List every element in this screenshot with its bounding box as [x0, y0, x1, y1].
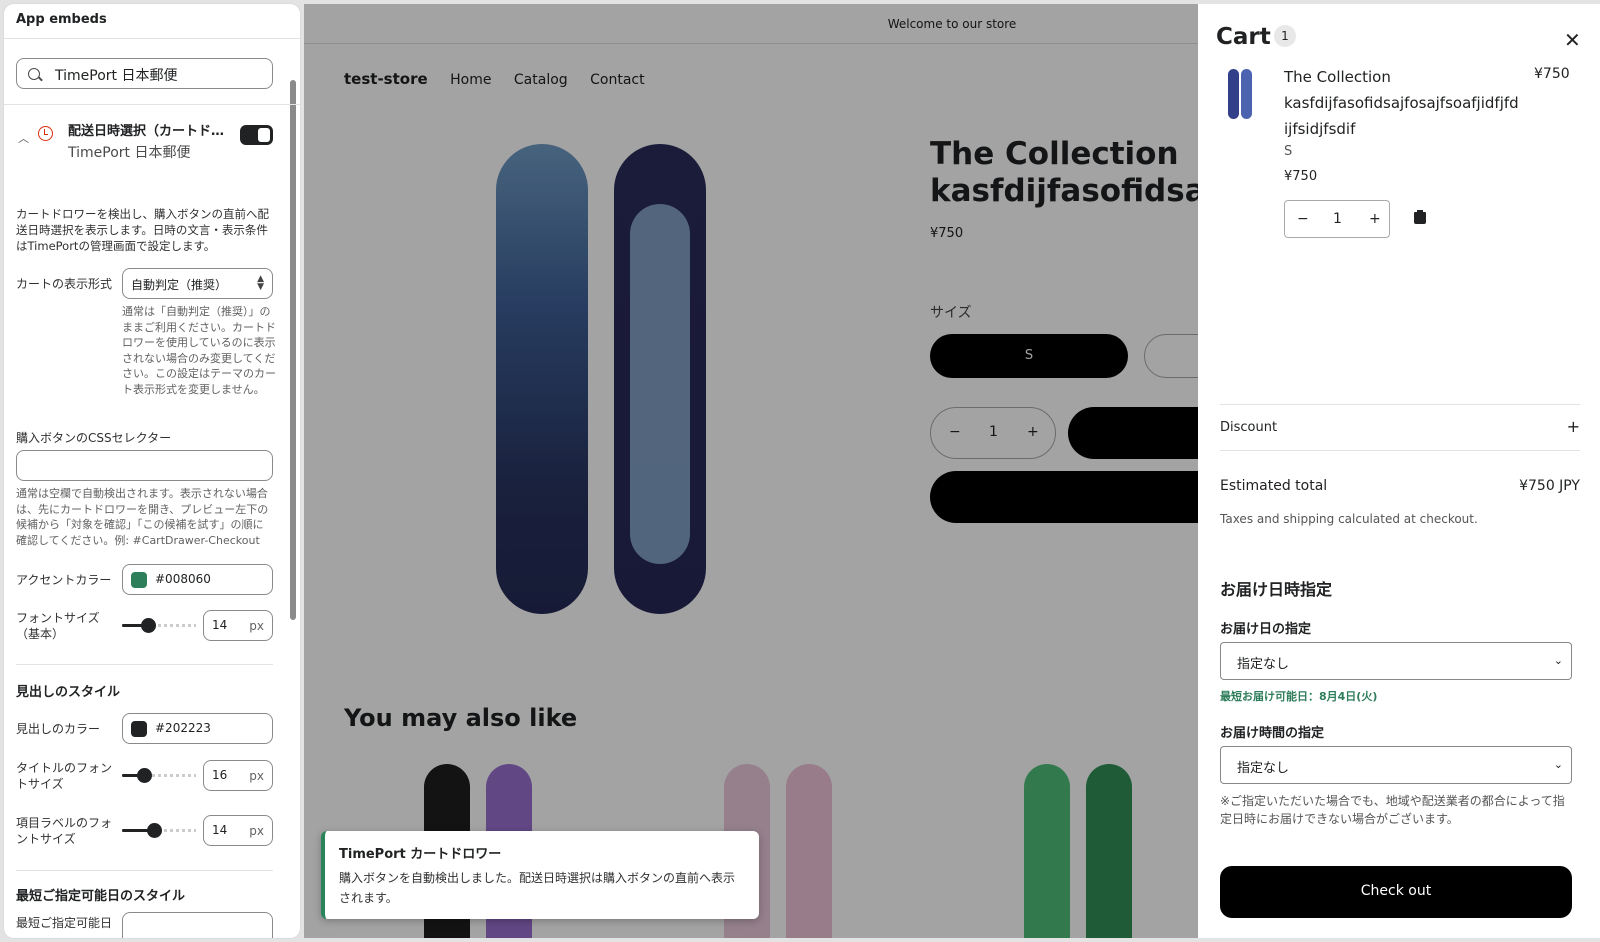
divider — [4, 104, 300, 105]
estimated-total-value: ¥750 JPY — [1519, 478, 1580, 494]
title-font-unit: px — [249, 769, 264, 783]
earliest-date: 最短お届け可能日：8月4日(火) — [1220, 690, 1378, 703]
embed-description: カートドロワーを検出し、購入ボタンの直前へ配送日時選択を表示します。日時の文言・… — [16, 207, 269, 253]
heading-color-swatch[interactable] — [131, 721, 147, 737]
toast-body: 購入ボタンを自動検出しました。配送日時選択は購入ボタンの直前へ表示されます。 — [339, 871, 736, 905]
delivery-heading: お届け日時指定 — [1220, 580, 1333, 599]
scrollbar[interactable] — [290, 80, 296, 620]
css-selector-input[interactable] — [16, 450, 273, 481]
label-font-unit: px — [249, 824, 264, 838]
cart-format-help: 通常は「自動判定（推奨）」のままご利用ください。カートドロワーを使用しているのに… — [122, 305, 276, 396]
divider — [1220, 450, 1580, 451]
earliest-date-label: 最短ご指定可能日 — [16, 916, 113, 930]
embed-title: 配送日時選択（カートド… — [68, 124, 225, 139]
label-font-label: 項目ラベルのフォントサイズ — [16, 816, 113, 846]
slider-knob[interactable] — [137, 768, 153, 783]
discount-label: Discount — [1220, 420, 1278, 435]
chevron-down-icon: ⌄ — [1553, 758, 1563, 771]
discount-row[interactable]: Discount + — [1220, 417, 1580, 436]
slider-knob[interactable] — [140, 618, 156, 633]
label-font-value: 14 — [212, 823, 228, 837]
divider — [16, 664, 273, 665]
cart-drawer: Cart 1 ✕ The Collection kasfdijfasofidsa… — [1198, 4, 1600, 938]
label-font-slider[interactable] — [122, 823, 196, 838]
delivery-date-value: 指定なし — [1237, 657, 1290, 672]
font-size-unit: px — [249, 619, 264, 633]
chevron-up-icon[interactable]: ︿ — [18, 130, 29, 146]
tax-note: Taxes and shipping calculated at checkou… — [1220, 512, 1478, 526]
plus-icon[interactable]: + — [1369, 211, 1381, 227]
title-font-label: タイトルのフォントサイズ — [16, 761, 113, 791]
search-icon — [28, 68, 40, 80]
accent-color-value: #008060 — [155, 572, 211, 586]
panel-title: App embeds — [4, 4, 300, 39]
label-font-input[interactable]: 14 px — [203, 815, 273, 846]
title-font-value: 16 — [212, 768, 228, 782]
plus-icon[interactable]: + — [1567, 417, 1580, 436]
delivery-time-value: 指定なし — [1237, 761, 1290, 776]
cart-item-unit-price: ¥750 — [1284, 169, 1318, 184]
slider-knob[interactable] — [146, 823, 162, 838]
delivery-time-select[interactable]: 指定なし ⌄ — [1220, 746, 1572, 784]
css-selector-label: 購入ボタンのCSSセレクター — [16, 431, 172, 445]
font-size-label: フォントサイズ（基本） — [16, 611, 100, 641]
toast-notification: TimePort カートドロワー 購入ボタンを自動検出しました。配送日時選択は購… — [321, 831, 759, 919]
search-input[interactable]: TimePort 日本郵便 — [16, 58, 273, 89]
cart-item-thumbnail[interactable] — [1228, 69, 1254, 119]
estimated-total-row: Estimated total ¥750 JPY — [1220, 478, 1580, 494]
cart-format-select[interactable]: 自動判定（推奨） ▲ ▼ — [122, 268, 273, 299]
css-selector-help: 通常は空欄で自動検出されます。表示されない場合は、先にカートドロワーを開き、プレ… — [16, 487, 269, 547]
font-size-input[interactable]: 14 px — [203, 610, 273, 641]
checkout-button[interactable]: Check out — [1220, 866, 1572, 918]
divider — [1220, 404, 1580, 405]
clock-icon — [38, 126, 53, 141]
cart-item-variant: S — [1284, 144, 1293, 159]
toast-title: TimePort カートドロワー — [339, 847, 502, 862]
font-size-slider[interactable] — [122, 618, 196, 633]
divider — [16, 870, 273, 871]
heading-color-input[interactable]: #202223 — [122, 713, 273, 744]
drawer-overlay[interactable] — [304, 4, 1198, 938]
heading-style-title: 見出しのスタイル — [16, 685, 121, 700]
delivery-note: ※ご指定いただいた場合でも、地域や配送業者の都合によって指定日時にお届けできない… — [1220, 794, 1565, 826]
cart-format-value: 自動判定（推奨） — [131, 278, 228, 292]
close-icon[interactable]: ✕ — [1564, 28, 1581, 52]
font-size-value: 14 — [212, 618, 228, 632]
heading-color-label: 見出しのカラー — [16, 722, 101, 736]
cart-item-name[interactable]: The Collection kasfdijfasofidsajfosajfso… — [1284, 64, 1524, 142]
app-embeds-panel: App embeds TimePort 日本郵便 ︿ 配送日時選択（カートド… … — [4, 4, 300, 938]
chevron-down-icon: ⌄ — [1553, 654, 1563, 667]
trash-icon[interactable] — [1414, 210, 1426, 224]
delivery-time-label: お届け時間の指定 — [1220, 726, 1325, 741]
earliest-color-input[interactable] — [122, 912, 273, 938]
title-font-input[interactable]: 16 px — [203, 760, 273, 791]
cart-format-label: カートの表示形式 — [16, 277, 113, 291]
select-arrows-icon: ▲ ▼ — [257, 274, 264, 292]
accent-color-input[interactable]: #008060 — [122, 564, 273, 595]
panel-scroll-area: TimePort 日本郵便 ︿ 配送日時選択（カートド… TimePort 日本… — [4, 40, 300, 938]
embed-toggle[interactable] — [240, 125, 273, 145]
cart-item-price: ¥750 — [1534, 66, 1570, 82]
earliest-style-title: 最短ご指定可能日のスタイル — [16, 889, 186, 904]
embed-subtitle: TimePort 日本郵便 — [68, 145, 191, 161]
cart-count-badge: 1 — [1274, 25, 1296, 47]
estimated-total-label: Estimated total — [1220, 478, 1328, 494]
delivery-date-select[interactable]: 指定なし ⌄ — [1220, 642, 1572, 680]
cart-title: Cart — [1216, 24, 1271, 50]
accent-color-label: アクセントカラー — [16, 573, 112, 587]
heading-color-value: #202223 — [155, 721, 211, 735]
cart-quantity[interactable]: − 1 + — [1284, 200, 1390, 238]
accent-color-swatch[interactable] — [131, 572, 147, 588]
search-value: TimePort 日本郵便 — [55, 68, 178, 84]
cart-quantity-value: 1 — [1333, 211, 1342, 227]
title-font-slider[interactable] — [122, 768, 196, 783]
delivery-date-label: お届け日の指定 — [1220, 622, 1312, 637]
embed-row[interactable]: ︿ 配送日時選択（カートド… TimePort 日本郵便 — [16, 120, 276, 170]
minus-icon[interactable]: − — [1297, 211, 1309, 227]
